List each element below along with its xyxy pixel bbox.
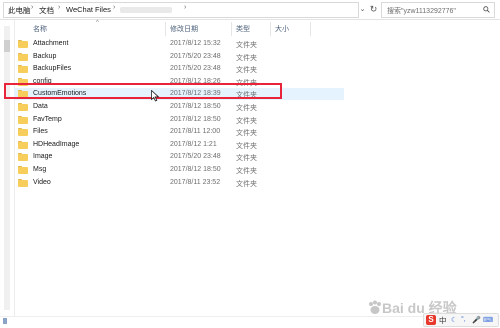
file-date: 2017/8/12 15:32 [170, 40, 221, 47]
column-divider[interactable] [231, 22, 232, 36]
column-divider[interactable] [270, 22, 271, 36]
folder-icon [18, 140, 28, 149]
column-type[interactable]: 类型 [236, 24, 250, 34]
folder-icon [18, 178, 28, 187]
address-bar-row: 此电脑 › 文档 › WeChat Files › › ⌄ ↻ 搜索"yzw11… [0, 0, 500, 20]
breadcrumb-wechat-files[interactable]: WeChat Files [66, 5, 111, 14]
file-date: 2017/8/11 23:52 [170, 178, 221, 186]
table-row[interactable]: Files 2017/8/11 12:00 文件夹 [14, 126, 344, 138]
file-type: 文件夹 [236, 67, 257, 75]
microphone-icon[interactable]: 🎤 [472, 316, 481, 324]
folder-icon [18, 115, 28, 124]
file-date: 2017/8/12 18:50 [170, 166, 221, 173]
file-name[interactable]: Backup [33, 53, 56, 60]
table-row[interactable]: Backup 2017/5/20 23:48 文件夹 [14, 51, 344, 63]
chevron-right-icon[interactable]: › [113, 4, 115, 11]
sogou-icon[interactable]: S [426, 315, 436, 325]
file-date: 2017/5/20 23:48 [170, 153, 221, 161]
table-row[interactable]: Image 2017/5/20 23:48 文件夹 [14, 151, 344, 163]
file-date: 2017/8/11 12:00 [170, 128, 221, 136]
table-row[interactable]: BackupFiles 2017/5/20 23:48 文件夹 [14, 63, 344, 75]
file-name[interactable]: Files [33, 128, 48, 135]
file-type: 文件夹 [236, 105, 257, 112]
search-icon[interactable] [483, 6, 490, 13]
file-type: 文件夹 [236, 54, 257, 62]
file-date: 2017/8/12 1:21 [170, 140, 217, 148]
folder-icon [18, 166, 28, 174]
table-row[interactable]: Video 2017/8/11 23:52 文件夹 [14, 177, 344, 189]
view-mode-icon[interactable] [3, 318, 7, 324]
column-size[interactable]: 大小 [275, 24, 289, 34]
refresh-icon[interactable]: ↻ [368, 3, 379, 16]
search-input[interactable]: 搜索"yzw1113292776" [387, 6, 456, 16]
file-type: 文件夹 [236, 155, 257, 163]
chevron-right-icon[interactable]: › [31, 4, 33, 11]
folder-icon [18, 65, 28, 74]
vertical-scrollbar[interactable] [494, 20, 500, 316]
column-divider[interactable] [310, 22, 311, 36]
file-type: 文件夹 [236, 142, 257, 150]
chevron-right-icon[interactable]: › [184, 4, 186, 11]
annotation-highlight-box [4, 83, 282, 99]
folder-icon [18, 52, 28, 61]
file-date: 2017/5/20 23:48 [170, 65, 221, 73]
file-type: 文件夹 [236, 168, 257, 175]
table-row[interactable]: Data 2017/8/12 18:50 文件夹 [14, 101, 344, 113]
chevron-right-icon[interactable]: › [58, 4, 60, 11]
file-date: 2017/5/20 23:48 [170, 52, 221, 60]
ime-language-label[interactable]: 中 [439, 315, 447, 326]
table-row[interactable]: HDHeadImage 2017/8/12 1:21 文件夹 [14, 139, 344, 151]
keyboard-icon[interactable]: ⌨ [483, 316, 493, 324]
moon-icon[interactable]: ☾ [451, 316, 457, 324]
file-name[interactable]: Msg [33, 166, 46, 173]
file-type: 文件夹 [236, 117, 257, 125]
navigation-pane [0, 20, 15, 316]
table-row[interactable]: Attachment 2017/8/12 15:32 文件夹 [14, 38, 344, 50]
column-date[interactable]: 修改日期 [170, 24, 198, 34]
breadcrumb[interactable]: 此电脑 › 文档 › WeChat Files › › [3, 2, 359, 18]
table-row[interactable]: FavTemp 2017/8/12 18:50 文件夹 [14, 114, 344, 126]
file-name[interactable]: BackupFiles [33, 65, 71, 72]
ime-toolbar[interactable]: S 中 ☾ °, 🎤 ⌨ [423, 313, 499, 327]
file-type: 文件夹 [236, 130, 257, 138]
search-box[interactable]: 搜索"yzw1113292776" [381, 2, 495, 18]
folder-icon [18, 153, 28, 162]
baidu-paw-icon [369, 300, 381, 314]
mouse-cursor-icon [151, 90, 160, 102]
sort-up-icon: ^ [96, 20, 99, 26]
column-divider[interactable] [165, 22, 166, 36]
file-date: 2017/8/12 18:50 [170, 115, 221, 123]
folder-icon [18, 40, 28, 48]
folder-icon [18, 128, 28, 137]
punctuation-icon[interactable]: °, [461, 316, 466, 323]
file-name[interactable]: Attachment [33, 40, 68, 47]
folder-icon [18, 103, 28, 111]
nav-scrollbar-thumb[interactable] [4, 40, 10, 52]
breadcrumb-blurred-segment [120, 7, 172, 13]
column-name[interactable]: 名称 [33, 24, 47, 34]
nav-scrollbar[interactable] [4, 26, 10, 310]
file-name[interactable]: Video [33, 179, 51, 186]
file-name[interactable]: HDHeadImage [33, 141, 79, 148]
file-type: 文件夹 [236, 180, 257, 188]
file-type: 文件夹 [236, 42, 257, 49]
chevron-down-icon[interactable]: ⌄ [357, 3, 368, 16]
column-header: ^ 名称 修改日期 类型 大小 [14, 20, 494, 36]
file-name[interactable]: Data [33, 103, 48, 110]
file-date: 2017/8/12 18:50 [170, 103, 221, 110]
file-name[interactable]: FavTemp [33, 116, 62, 123]
table-row[interactable]: Msg 2017/8/12 18:50 文件夹 [14, 164, 344, 176]
breadcrumb-documents[interactable]: 文档 [39, 5, 54, 16]
breadcrumb-this-pc[interactable]: 此电脑 [8, 5, 31, 16]
file-name[interactable]: Image [33, 153, 52, 160]
